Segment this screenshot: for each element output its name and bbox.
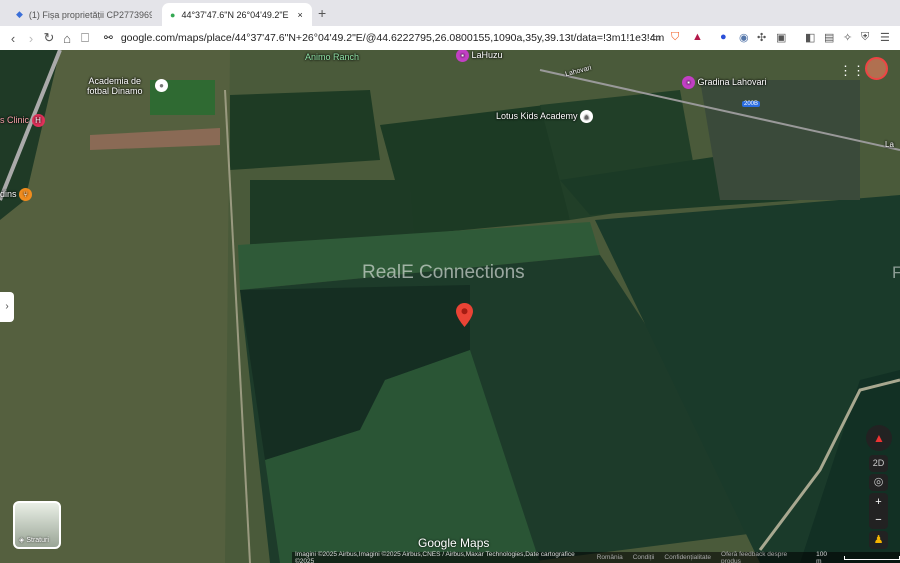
expand-panel-button[interactable]: › (0, 292, 14, 322)
address-bar[interactable]: ⚯ google.com/maps/place/44°37'47.6"N+26°… (104, 28, 664, 48)
place-label: F (892, 263, 900, 283)
feedback-link[interactable]: Oferă feedback despre produs (721, 551, 806, 563)
screenshot-icon[interactable]: ▣ (776, 31, 786, 44)
menu-icon[interactable]: ☰ (880, 31, 890, 44)
place-label[interactable]: s Clinic H (0, 114, 45, 127)
sidebar-icon[interactable]: ◧ (805, 31, 815, 44)
compass-button[interactable]: ▲ (866, 425, 892, 451)
tab-maps[interactable]: ● 44°37'47.6"N 26°04'49.2"E - × (162, 3, 312, 26)
country-link[interactable]: România (597, 554, 623, 561)
location-pin-icon[interactable] (456, 303, 473, 327)
road-label: La (885, 140, 894, 149)
hospital-icon: H (32, 114, 45, 127)
place-label[interactable]: Animo Ranch (305, 52, 359, 62)
privacy-link[interactable]: Confidențialitate (664, 554, 711, 561)
place-label[interactable]: Lotus Kids Academy ▴ (496, 110, 593, 123)
scale-label[interactable]: 100 m (816, 551, 834, 563)
brand-icon: ◆ (16, 9, 23, 20)
maps-pin-icon: ● (170, 10, 175, 20)
extension-icon[interactable]: ● (720, 31, 727, 43)
site-settings-icon[interactable]: ⚯ (104, 32, 113, 44)
reload-icon[interactable]: ↻ (40, 30, 58, 46)
place-label[interactable]: ▪ LaHuzu (456, 50, 503, 62)
google-maps-logo: Google Maps (418, 536, 489, 550)
cast-icon[interactable]: ▭ (650, 31, 660, 44)
back-icon[interactable]: ‹ (4, 31, 22, 46)
pegman-icon[interactable]: ♟ (869, 531, 888, 549)
close-tab-icon[interactable]: × (297, 10, 302, 20)
puzzle-icon[interactable]: ✣ (757, 31, 766, 44)
satellite-imagery (0, 50, 900, 563)
new-tab-button[interactable]: + (318, 5, 326, 21)
2d-toggle-button[interactable]: 2D (869, 455, 888, 472)
road-badge: 200B (742, 101, 760, 107)
layers-icon: ◈ (19, 537, 24, 544)
zoom-in-button[interactable]: + (869, 493, 888, 511)
attribution-bar: Imagini ©2025 Airbus,Imagini ©2025 Airbu… (292, 552, 900, 563)
avatar[interactable] (865, 57, 888, 80)
zoom-out-button[interactable]: − (869, 511, 888, 529)
shop-icon: ▪ (682, 76, 695, 89)
browser-toolbar: ‹ › ↻ ⌂ ⎕ ⚯ google.com/maps/place/44°37'… (0, 26, 900, 50)
place-pin-icon[interactable]: ● (155, 79, 168, 92)
forward-icon[interactable]: › (22, 31, 40, 46)
tab-property[interactable]: ◆ (1) Fișa proprietății CP2773969 | C (8, 3, 160, 26)
brave-shield-icon[interactable]: ⛉ (671, 31, 679, 44)
brave-rewards-icon[interactable]: ▲ (692, 31, 703, 43)
place-label[interactable]: dins ⑂ (0, 188, 32, 201)
layers-button[interactable]: ◈ Straturi (13, 501, 61, 549)
vpn-icon[interactable]: ⛨ (861, 31, 869, 44)
satellite-map[interactable]: Academia defotbal Dinamo ● s Clinic H di… (0, 50, 900, 563)
scale-bar (844, 556, 900, 560)
wallet-icon[interactable]: ▤ (824, 31, 834, 44)
watermark: RealE Connections (362, 262, 525, 284)
bookmark-icon[interactable]: ⎕ (76, 30, 94, 46)
place-label[interactable]: Academia defotbal Dinamo (87, 76, 143, 96)
tab-bar: ◆ (1) Fișa proprietății CP2773969 | C ● … (0, 0, 900, 26)
place-label[interactable]: ▪ Gradina Lahovari (682, 76, 767, 89)
restaurant-icon: ⑂ (19, 188, 32, 201)
terms-link[interactable]: Condiții (633, 554, 655, 561)
home-icon[interactable]: ⌂ (58, 31, 76, 46)
leo-icon[interactable]: ✧ (843, 31, 852, 44)
extension-icon[interactable]: ◉ (739, 31, 749, 44)
my-location-icon[interactable]: ◎ (869, 474, 888, 491)
zoom-controls: + − (869, 493, 888, 529)
school-icon: ▴ (580, 110, 593, 123)
shop-icon: ▪ (456, 50, 469, 62)
